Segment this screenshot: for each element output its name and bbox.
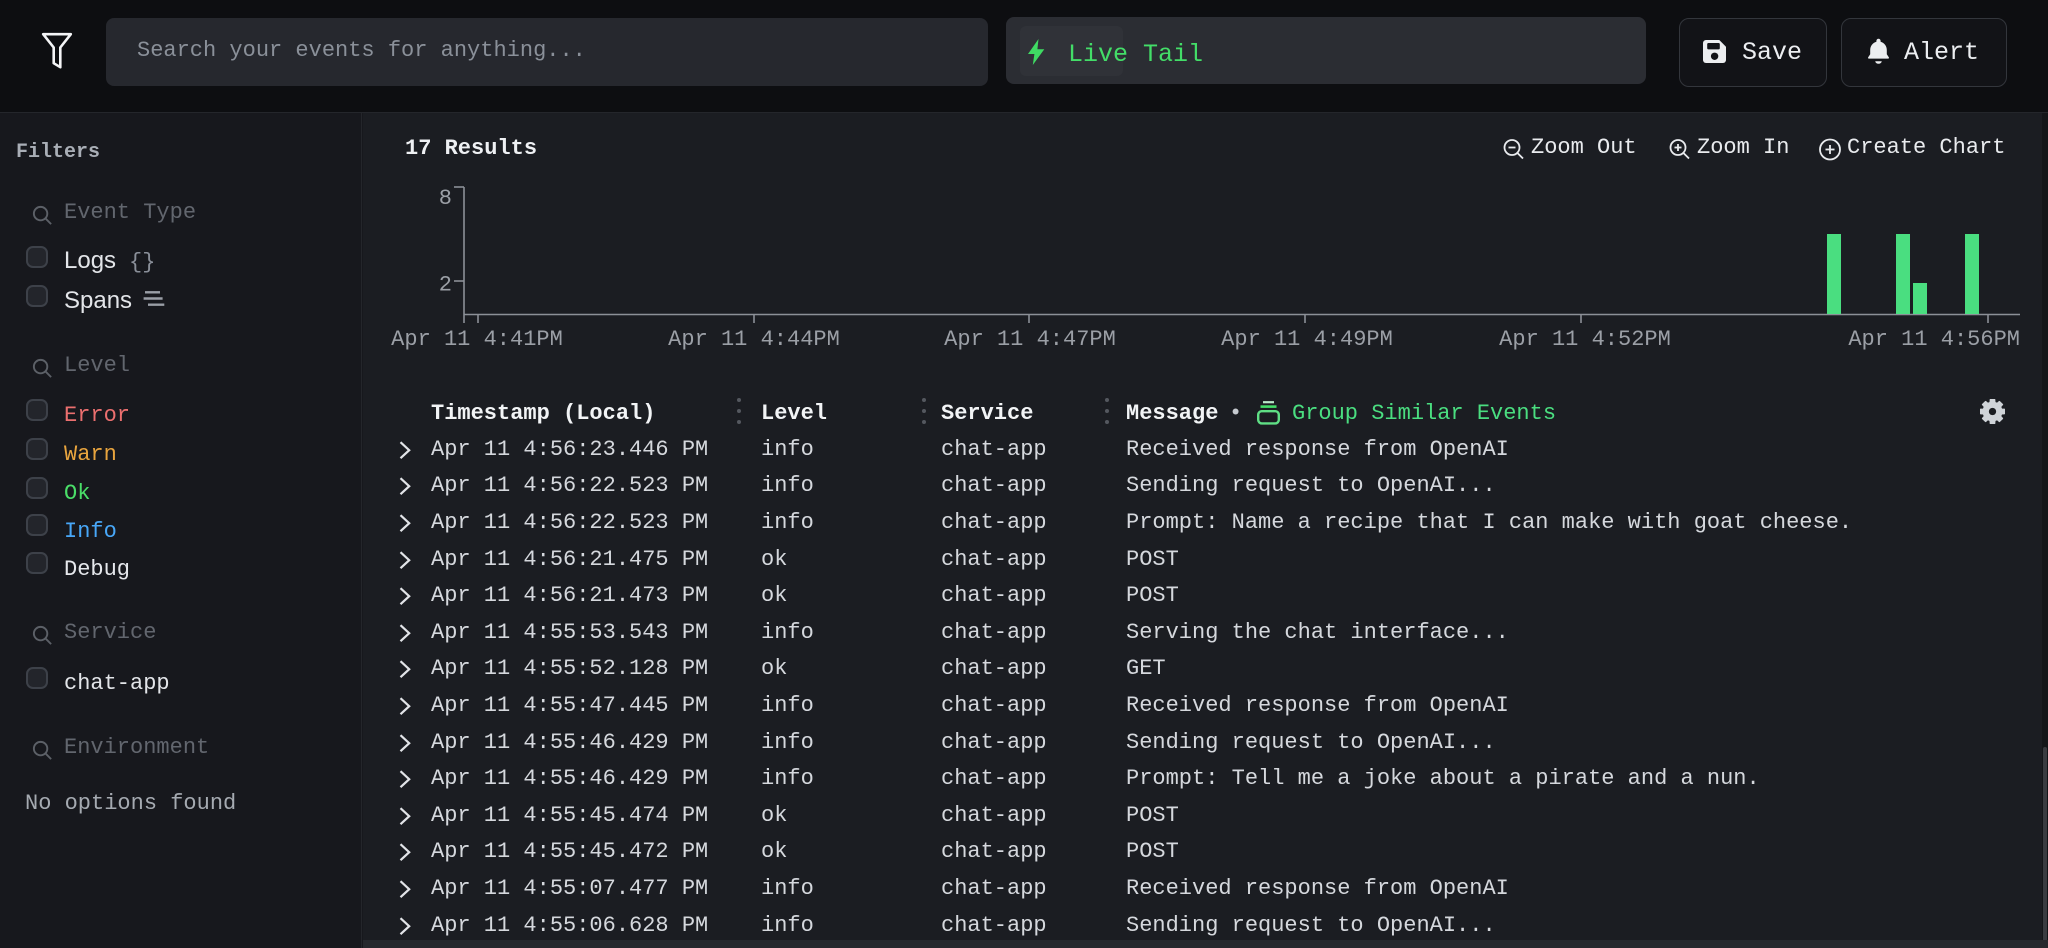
svg-text:Apr 11 4:47PM: Apr 11 4:47PM — [944, 327, 1116, 352]
svg-text:Apr 11 4:41PM: Apr 11 4:41PM — [391, 327, 563, 352]
svg-text:Apr 11 4:44PM: Apr 11 4:44PM — [668, 327, 840, 352]
svg-text:Apr 11 4:56PM: Apr 11 4:56PM — [1848, 327, 2020, 352]
svg-text:2: 2 — [439, 273, 452, 298]
svg-text:8: 8 — [439, 186, 452, 211]
svg-text:Apr 11 4:52PM: Apr 11 4:52PM — [1499, 327, 1671, 352]
svg-text:Apr 11 4:49PM: Apr 11 4:49PM — [1221, 327, 1393, 352]
